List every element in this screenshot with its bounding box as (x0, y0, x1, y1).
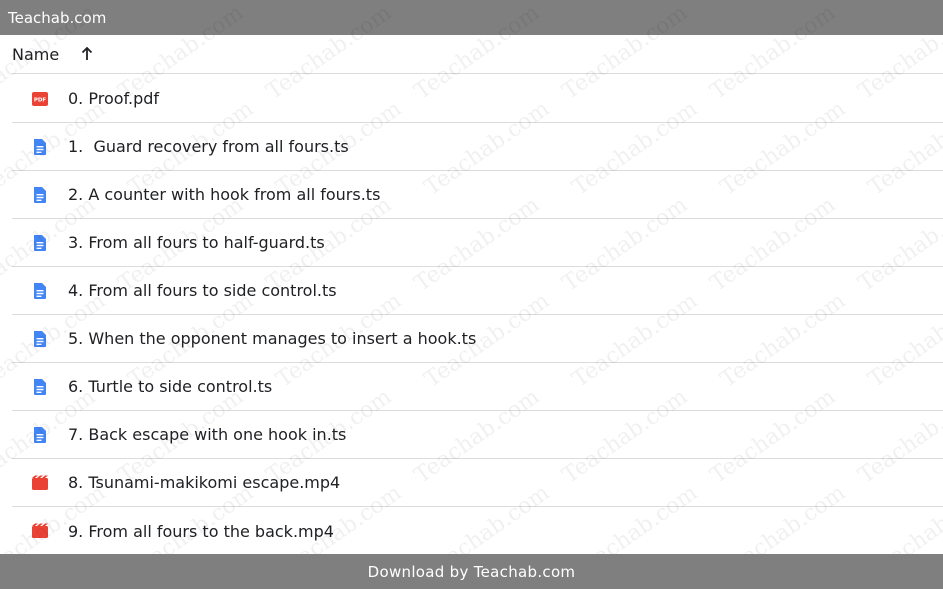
file-name: 0. Proof.pdf (68, 89, 160, 108)
file-row[interactable]: 8. Tsunami-makikomi escape.mp4 (12, 459, 943, 507)
document-icon (31, 426, 49, 444)
column-header: Name (12, 35, 943, 74)
document-icon (31, 138, 49, 156)
top-bar: Teachab.com (0, 0, 943, 35)
document-icon (31, 330, 49, 348)
site-title: Teachab.com (8, 8, 107, 27)
file-name: 9. From all fours to the back.mp4 (68, 521, 334, 541)
file-row[interactable]: 2. A counter with hook from all fours.ts (12, 171, 943, 219)
file-list: PDF 0. Proof.pdf 1. Guard recovery from … (12, 75, 943, 555)
file-name: 4. From all fours to side control.ts (68, 281, 337, 300)
file-row[interactable]: 9. From all fours to the back.mp4 (12, 507, 943, 555)
document-icon (31, 234, 49, 252)
document-icon (31, 378, 49, 396)
file-name: 8. Tsunami-makikomi escape.mp4 (68, 473, 341, 492)
file-row[interactable]: 7. Back escape with one hook in.ts (12, 411, 943, 459)
name-column-label[interactable]: Name (12, 45, 59, 64)
bottom-bar: Download by Teachab.com (0, 554, 943, 589)
download-credit: Download by Teachab.com (367, 562, 576, 581)
svg-text:PDF: PDF (34, 97, 47, 103)
document-icon (31, 186, 49, 204)
file-name: 3. From all fours to half-guard.ts (68, 233, 325, 252)
video-icon (31, 474, 49, 492)
video-icon (31, 522, 49, 540)
file-name: 6. Turtle to side control.ts (68, 377, 273, 396)
file-name: 2. A counter with hook from all fours.ts (68, 185, 381, 204)
file-row[interactable]: 5. When the opponent manages to insert a… (12, 315, 943, 363)
file-row[interactable]: 3. From all fours to half-guard.ts (12, 219, 943, 267)
file-name: 1. Guard recovery from all fours.ts (68, 137, 349, 156)
file-name: 7. Back escape with one hook in.ts (68, 425, 347, 444)
file-row[interactable]: 4. From all fours to side control.ts (12, 267, 943, 315)
file-row[interactable]: 1. Guard recovery from all fours.ts (12, 123, 943, 171)
document-icon (31, 282, 49, 300)
arrow-up-icon[interactable] (79, 46, 95, 62)
file-name: 5. When the opponent manages to insert a… (68, 329, 477, 348)
file-row[interactable]: 6. Turtle to side control.ts (12, 363, 943, 411)
file-row[interactable]: PDF 0. Proof.pdf (12, 75, 943, 123)
pdf-icon: PDF (31, 90, 49, 108)
